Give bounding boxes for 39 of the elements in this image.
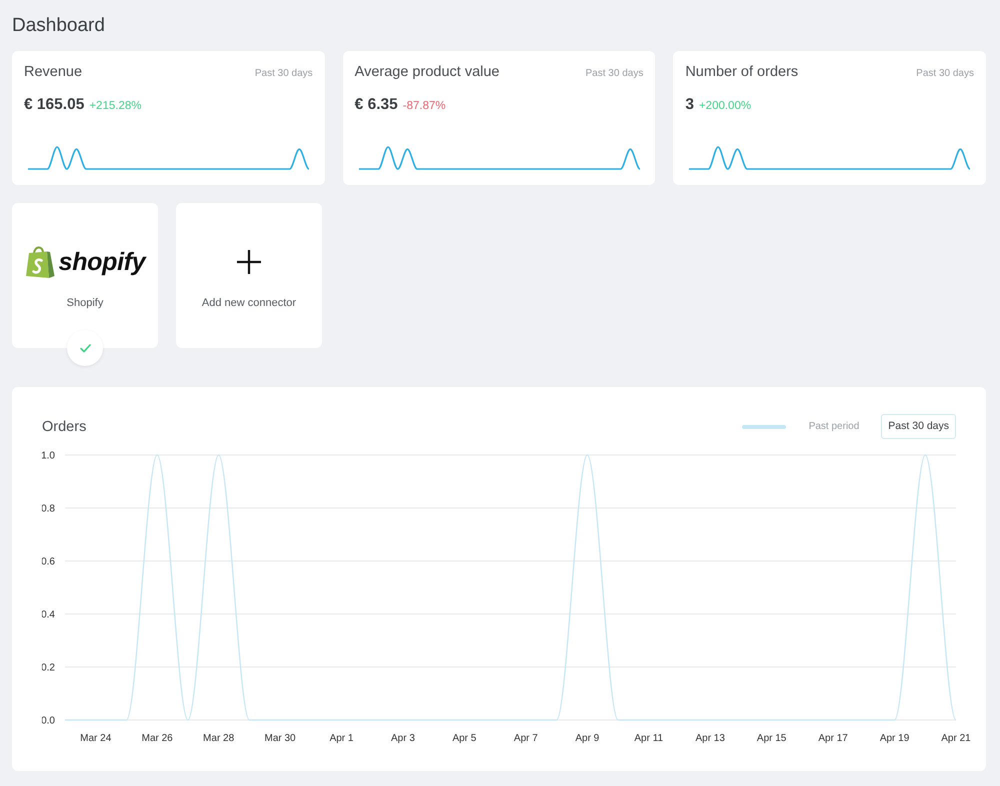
stat-value: € 165.05 bbox=[24, 95, 84, 115]
connector-name: Add new connector bbox=[202, 297, 296, 310]
stat-change: -87.87% bbox=[402, 99, 446, 114]
x-axis-label: Apr 7 bbox=[514, 733, 538, 744]
x-axis-label: Mar 26 bbox=[142, 733, 173, 744]
logo-wordmark: shopify bbox=[58, 247, 146, 277]
connector-card[interactable]: shopify Shopify bbox=[12, 203, 158, 348]
stat-title: Average product value bbox=[354, 63, 500, 81]
y-axis-label: 1.0 bbox=[42, 450, 55, 462]
x-axis-label: Mar 28 bbox=[203, 733, 234, 744]
x-axis-label: Apr 19 bbox=[880, 733, 910, 744]
x-axis-label: Apr 5 bbox=[452, 733, 476, 744]
plus-icon bbox=[237, 250, 261, 274]
x-axis-label: Apr 1 bbox=[330, 733, 354, 744]
stat-title: Revenue bbox=[24, 63, 82, 81]
page-title: Dashboard bbox=[12, 14, 105, 38]
x-axis-label: Apr 3 bbox=[391, 733, 415, 744]
x-axis-label: Mar 24 bbox=[80, 733, 112, 744]
connector-card[interactable]: Add new connector bbox=[176, 203, 322, 348]
stat-title: Number of orders bbox=[685, 63, 798, 81]
x-axis-label: Apr 21 bbox=[941, 733, 971, 744]
stat-change: +200.00% bbox=[698, 99, 752, 114]
stat-change: +215.28% bbox=[89, 99, 142, 114]
period-label: Past 30 days bbox=[916, 67, 974, 81]
x-axis-label: Apr 17 bbox=[818, 733, 848, 744]
x-axis-label: Apr 15 bbox=[756, 733, 786, 744]
stat-value: 3 bbox=[685, 95, 694, 115]
period-label: Past 30 days bbox=[254, 67, 313, 81]
x-axis-label: Apr 9 bbox=[575, 733, 600, 744]
x-axis-label: Apr 13 bbox=[695, 733, 725, 744]
x-axis-label: Apr 11 bbox=[634, 733, 664, 744]
period-button[interactable]: Past 30 days bbox=[881, 414, 956, 439]
stat-value: € 6.35 bbox=[354, 95, 398, 115]
shopping-bag-icon bbox=[24, 245, 55, 279]
period-label: Past 30 days bbox=[586, 67, 644, 81]
panel-title: Orders bbox=[42, 418, 86, 436]
legend-label: Past period bbox=[808, 420, 860, 434]
x-axis-label: Mar 30 bbox=[264, 733, 296, 744]
connector-name: Shopify bbox=[66, 297, 104, 310]
